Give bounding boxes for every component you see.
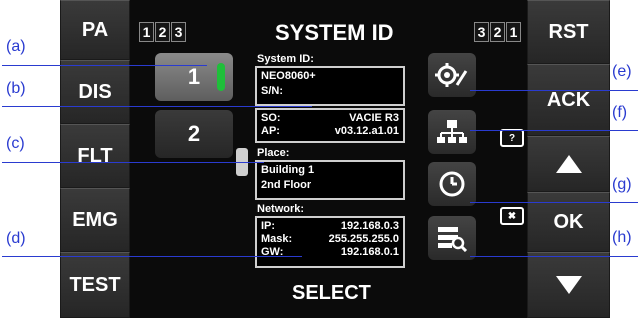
callout-g: (g)	[612, 176, 632, 193]
panel-screen: PA DIS FLT EMG TEST RST ACK OK 1 2 3 SYS…	[60, 0, 610, 318]
ok-label: OK	[553, 210, 584, 233]
flt-button[interactable]: FLT	[60, 124, 130, 188]
rst-button[interactable]: RST	[527, 0, 610, 64]
ok-button[interactable]: OK	[527, 192, 610, 252]
callout-h-line	[470, 256, 638, 257]
callout-h: (h)	[612, 229, 632, 246]
system-id-box: NEO8060+ S/N:	[255, 66, 405, 106]
level-digit: 1	[506, 22, 521, 42]
callout-c-line	[2, 162, 264, 163]
level-digit: 3	[474, 22, 489, 42]
callout-e-line	[470, 90, 638, 91]
dis-button[interactable]: DIS	[60, 60, 130, 124]
sn-label: S/N:	[261, 85, 283, 97]
mask-value: 255.255.255.0	[328, 233, 399, 245]
system-id-label: System ID:	[257, 53, 314, 65]
level-digit: 2	[490, 22, 505, 42]
mask-label: Mask:	[261, 233, 293, 245]
gw-value: 192.168.0.1	[340, 246, 399, 258]
callout-d-line	[2, 256, 302, 257]
search-list-icon	[438, 227, 468, 252]
settings-icon	[435, 63, 468, 87]
ip-label: IP:	[261, 220, 276, 232]
callout-a-line	[2, 65, 207, 66]
ap-value: v03.12.a1.01	[334, 125, 399, 137]
level-digit: 3	[171, 22, 186, 42]
ip-value: 192.168.0.3	[340, 220, 399, 232]
pa-button[interactable]: PA	[60, 0, 130, 60]
down-button[interactable]	[527, 252, 610, 318]
callout-g-line	[470, 202, 638, 203]
ack-button[interactable]: ACK	[527, 64, 610, 136]
test-button[interactable]: TEST	[60, 252, 130, 318]
ap-label: AP:	[261, 125, 280, 137]
network-tree-icon	[437, 120, 467, 143]
zone-2-label: 2	[187, 121, 201, 146]
zone-1-button[interactable]: 1	[155, 53, 233, 101]
clock-icon	[439, 171, 465, 197]
up-button[interactable]	[527, 136, 610, 192]
up-arrow-icon	[555, 155, 582, 173]
level-digit: 2	[155, 22, 170, 42]
system-id-value: NEO8060+	[261, 70, 316, 82]
page-title: SYSTEM ID	[275, 20, 394, 45]
right-button-column: RST ACK OK	[527, 0, 610, 318]
callout-d: (d)	[6, 230, 26, 247]
place-line-2: 2nd Floor	[261, 179, 312, 191]
log-search-button[interactable]	[428, 216, 476, 260]
callout-f-line	[470, 130, 638, 131]
so-value: VACIE R3	[349, 112, 399, 124]
place-box: Building 1 2nd Floor	[255, 160, 405, 200]
network-label: Network:	[257, 203, 305, 215]
settings-button[interactable]	[428, 53, 476, 97]
zone-active-indicator	[217, 63, 225, 91]
select-label: SELECT	[292, 282, 371, 304]
zone-2-button[interactable]: 2	[155, 110, 233, 158]
emg-button[interactable]: EMG	[60, 188, 130, 252]
clock-button[interactable]	[428, 162, 476, 206]
callout-f: (f)	[612, 104, 628, 121]
zone-1-label: 1	[187, 64, 201, 89]
network-box: IP: 192.168.0.3 Mask: 255.255.255.0 GW: 192…	[255, 216, 405, 268]
level-digit: 1	[139, 22, 154, 42]
callout-c: (c)	[6, 135, 25, 152]
callout-b: (b)	[6, 80, 26, 97]
callout-e: (e)	[612, 63, 632, 80]
place-label: Place:	[257, 147, 290, 159]
help-key-icon: ?	[500, 129, 524, 147]
left-button-column: PA DIS FLT EMG TEST	[60, 0, 130, 318]
callout-a: (a)	[6, 38, 26, 55]
place-line-1: Building 1	[261, 164, 315, 176]
down-arrow-icon	[555, 276, 582, 294]
so-label: SO:	[261, 112, 281, 124]
callout-b-line	[2, 106, 312, 107]
cancel-key-icon: ✖	[500, 207, 524, 225]
version-box: SO: VACIE R3 AP: v03.12.a1.01	[255, 108, 405, 143]
gw-label: GW:	[261, 246, 284, 258]
network-button[interactable]	[428, 110, 476, 154]
